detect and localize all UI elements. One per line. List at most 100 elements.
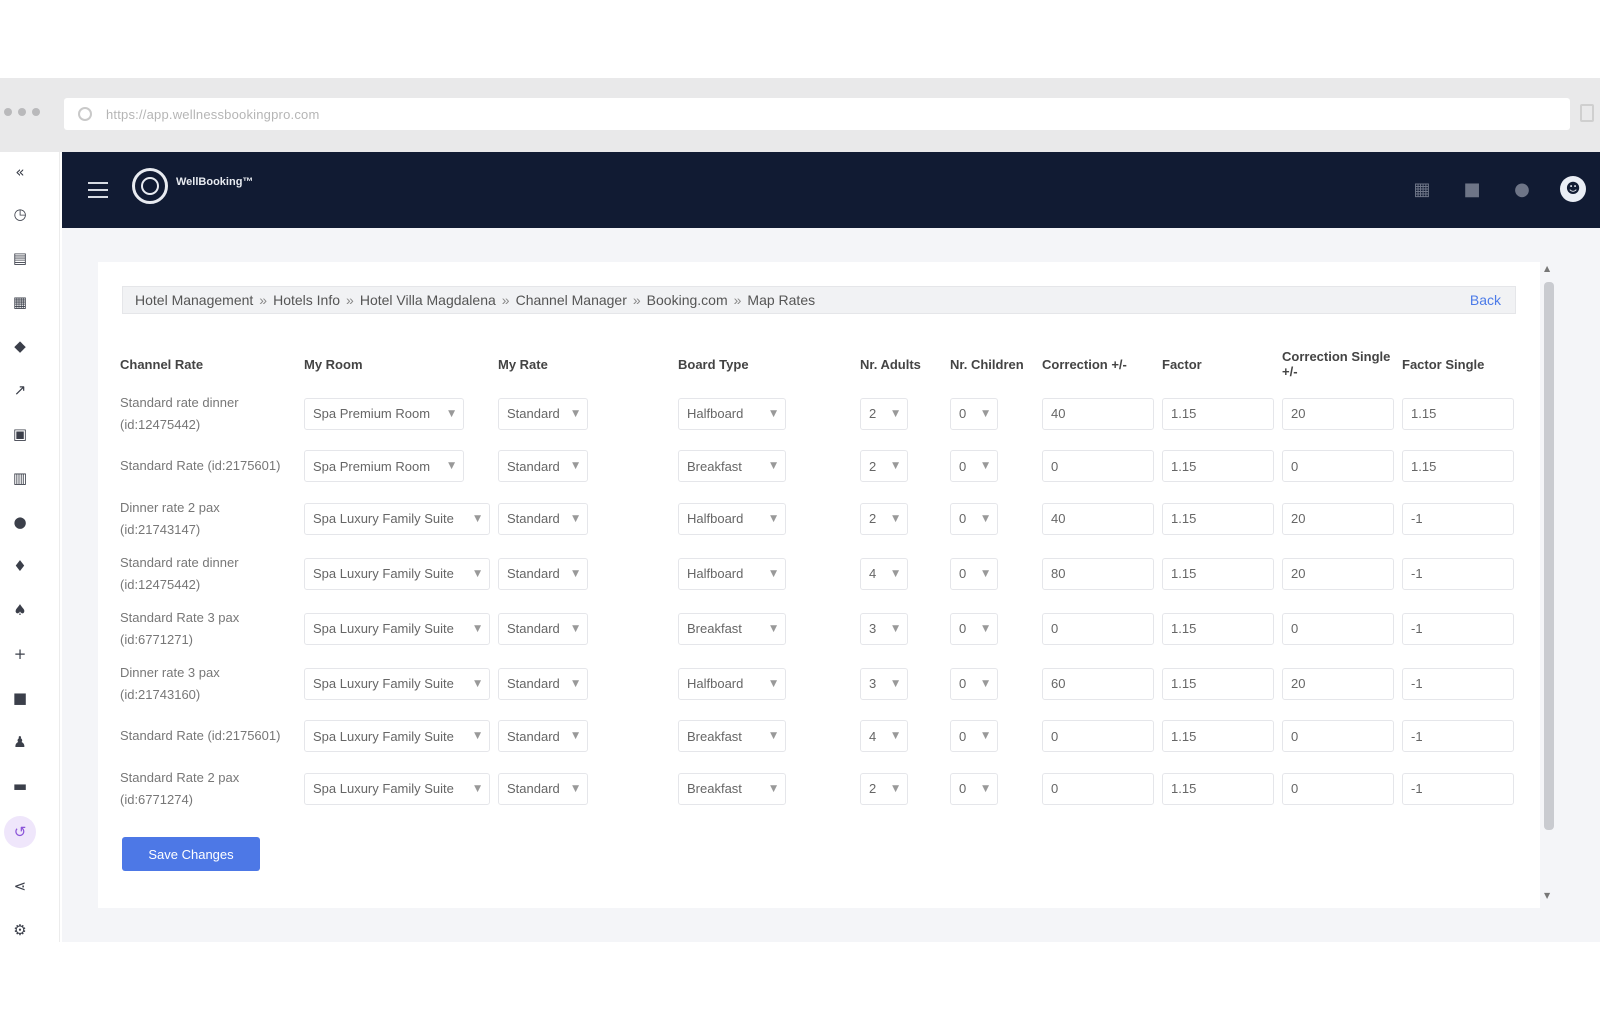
factor-input[interactable]: 1.15 (1162, 502, 1274, 535)
chevron-down-icon[interactable]: ▼ (892, 784, 899, 794)
my-room-select[interactable]: Spa Luxury Family Suite ▼ (304, 772, 490, 805)
board-type-select[interactable]: Halfboard ▼ (678, 502, 786, 535)
adults-select[interactable]: 2 ▼ (860, 450, 908, 482)
children-select[interactable]: 0 ▼ (950, 557, 998, 590)
chevron-down-icon[interactable]: ▼ (892, 409, 899, 419)
adults-value[interactable]: 3 (869, 621, 876, 636)
chevron-down-icon[interactable]: ▼ (892, 679, 899, 689)
adults-value[interactable]: 2 (869, 781, 876, 796)
my-rate-value[interactable]: Standard (507, 459, 560, 474)
grid-icon[interactable]: ▦ (1410, 177, 1434, 201)
adults-value[interactable]: 2 (869, 406, 876, 421)
breadcrumb-booking[interactable]: Booking.com (647, 292, 728, 308)
avatar[interactable]: ☻ (1560, 176, 1586, 202)
scrollbar-thumb[interactable] (1544, 282, 1554, 830)
correction-input[interactable]: 0 (1042, 720, 1154, 752)
correction-input[interactable]: 40 (1042, 502, 1154, 535)
factor-input[interactable]: 1.15 (1162, 612, 1274, 645)
chevron-down-icon[interactable]: ▼ (474, 514, 481, 524)
correction-single-input[interactable]: 20 (1282, 667, 1394, 700)
my-room-select[interactable]: Spa Luxury Family Suite ▼ (304, 720, 490, 752)
children-value[interactable]: 0 (959, 459, 966, 474)
settings-icon[interactable]: ⚙ (10, 920, 30, 940)
children-select[interactable]: 0 ▼ (950, 502, 998, 535)
my-room-select[interactable]: Spa Premium Room ▼ (304, 397, 464, 430)
correction-input[interactable]: 40 (1042, 397, 1154, 430)
url-text[interactable]: https://app.wellnessbookingpro.com (106, 107, 319, 122)
factor-input[interactable]: 1.15 (1162, 772, 1274, 805)
adults-value[interactable]: 2 (869, 511, 876, 526)
pin-icon[interactable]: ♦ (10, 556, 30, 576)
chevron-down-icon[interactable]: ▼ (892, 514, 899, 524)
correction-input[interactable]: 0 (1042, 772, 1154, 805)
breadcrumb-hotels-info[interactable]: Hotels Info (273, 292, 340, 308)
chevron-down-icon[interactable]: ▼ (982, 514, 989, 524)
chat-icon[interactable]: ■ (1460, 177, 1484, 201)
board-type-select[interactable]: Breakfast ▼ (678, 450, 786, 482)
my-rate-select[interactable]: Standard ▼ (498, 667, 588, 700)
network-icon[interactable]: ⋖ (10, 876, 30, 896)
correction-single-input[interactable]: 0 (1282, 450, 1394, 482)
my-room-value[interactable]: Spa Luxury Family Suite (313, 781, 454, 796)
my-rate-select[interactable]: Standard ▼ (498, 557, 588, 590)
chevron-down-icon[interactable]: ▼ (572, 624, 579, 634)
chevron-down-icon[interactable]: ▼ (572, 731, 579, 741)
chevron-down-icon[interactable]: ▼ (572, 409, 579, 419)
chevron-down-icon[interactable]: ▼ (474, 784, 481, 794)
factor-single-input[interactable]: 1.15 (1402, 397, 1514, 430)
board-type-select[interactable]: Halfboard ▼ (678, 557, 786, 590)
adults-select[interactable]: 2 ▼ (860, 397, 908, 430)
chevron-down-icon[interactable]: ▼ (572, 784, 579, 794)
my-room-value[interactable]: Spa Luxury Family Suite (313, 729, 454, 744)
adults-select[interactable]: 3 ▼ (860, 667, 908, 700)
board-type-select[interactable]: Halfboard ▼ (678, 667, 786, 700)
my-rate-value[interactable]: Standard (507, 511, 560, 526)
chevron-down-icon[interactable]: ▼ (982, 461, 989, 471)
my-room-select[interactable]: Spa Luxury Family Suite ▼ (304, 502, 490, 535)
bulb-icon[interactable]: ♠ (10, 600, 30, 620)
factor-single-input[interactable]: 1.15 (1402, 450, 1514, 482)
my-rate-select[interactable]: Standard ▼ (498, 450, 588, 482)
trend-icon[interactable]: ↗ (10, 380, 30, 400)
factor-single-input[interactable]: -1 (1402, 557, 1514, 590)
my-room-select[interactable]: Spa Luxury Family Suite ▼ (304, 612, 490, 645)
children-select[interactable]: 0 ▼ (950, 720, 998, 752)
children-select[interactable]: 0 ▼ (950, 772, 998, 805)
chevron-down-icon[interactable]: ▼ (572, 461, 579, 471)
plus-icon[interactable]: + (10, 644, 30, 664)
bed-icon[interactable]: ▬ (10, 776, 30, 796)
logo-text[interactable]: WellBooking™ (176, 176, 253, 188)
breadcrumb-hotel[interactable]: Hotel Villa Magdalena (360, 292, 496, 308)
chevron-down-icon[interactable]: ▼ (770, 409, 777, 419)
children-select[interactable]: 0 ▼ (950, 612, 998, 645)
my-room-select[interactable]: Spa Luxury Family Suite ▼ (304, 557, 490, 590)
cards-icon[interactable]: ▥ (10, 468, 30, 488)
children-value[interactable]: 0 (959, 566, 966, 581)
correction-single-input[interactable]: 20 (1282, 397, 1394, 430)
correction-input[interactable]: 0 (1042, 450, 1154, 482)
back-link[interactable]: Back (1470, 292, 1501, 308)
address-bar[interactable]: https://app.wellnessbookingpro.com (64, 98, 1570, 130)
adults-select[interactable]: 4 ▼ (860, 557, 908, 590)
board-type-value[interactable]: Breakfast (687, 781, 742, 796)
board-type-value[interactable]: Halfboard (687, 676, 743, 691)
correction-single-input[interactable]: 20 (1282, 502, 1394, 535)
factor-single-input[interactable]: -1 (1402, 612, 1514, 645)
my-room-select[interactable]: Spa Premium Room ▼ (304, 450, 464, 482)
board-type-select[interactable]: Breakfast ▼ (678, 612, 786, 645)
my-room-value[interactable]: Spa Premium Room (313, 406, 430, 421)
factor-input[interactable]: 1.15 (1162, 720, 1274, 752)
save-changes-button[interactable]: Save Changes (122, 837, 260, 871)
adults-select[interactable]: 2 ▼ (860, 772, 908, 805)
adults-select[interactable]: 3 ▼ (860, 612, 908, 645)
scroll-down-icon[interactable]: ▼ (1544, 891, 1550, 900)
globe-icon[interactable]: ● (10, 512, 30, 532)
factor-input[interactable]: 1.15 (1162, 397, 1274, 430)
channel-manager-icon[interactable]: ↺ (4, 816, 36, 848)
menu-icon[interactable] (88, 182, 108, 198)
board-type-select[interactable]: Halfboard ▼ (678, 397, 786, 430)
notification-icon[interactable]: ● (1510, 177, 1534, 201)
my-room-value[interactable]: Spa Luxury Family Suite (313, 566, 454, 581)
adults-select[interactable]: 4 ▼ (860, 720, 908, 752)
scrollbar[interactable]: ▲ ▼ (1542, 264, 1554, 900)
